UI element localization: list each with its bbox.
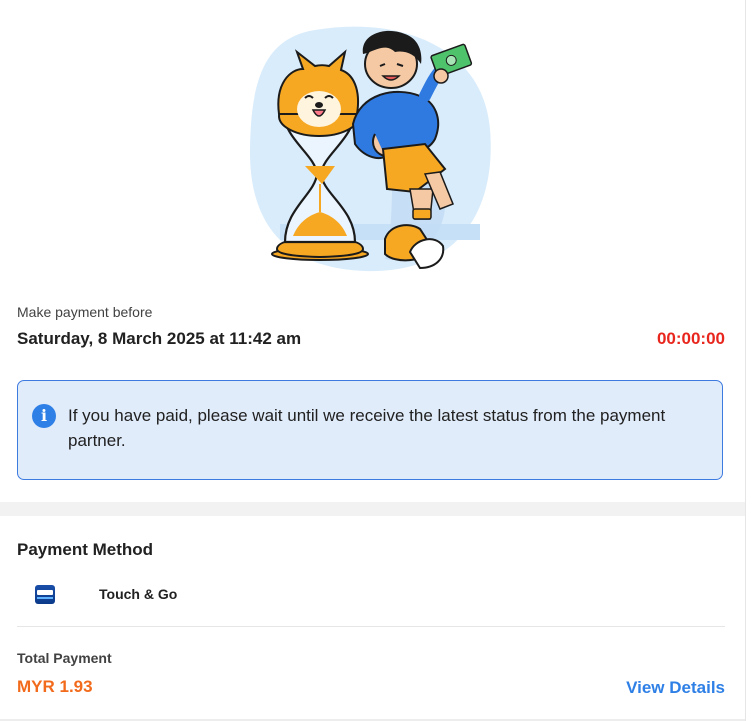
payment-pending-page: Make payment before Saturday, 8 March 20… (0, 0, 746, 721)
page-border (745, 0, 746, 721)
info-icon: i (32, 404, 56, 428)
total-payment-amount: MYR 1.93 (17, 677, 93, 696)
deadline-label: Make payment before (17, 304, 153, 320)
payment-method-title: Payment Method (17, 540, 154, 559)
deadline-date: Saturday, 8 March 2025 at 11:42 am (17, 329, 302, 348)
section-divider (0, 502, 746, 516)
payment-status-notice: i If you have paid, please wait until we… (17, 380, 723, 480)
touch-n-go-logo-icon (35, 585, 55, 604)
divider (17, 626, 725, 627)
view-details-link[interactable]: View Details (626, 678, 725, 698)
payment-method-row: Touch & Go (17, 578, 725, 612)
payment-method-name: Touch & Go (99, 586, 178, 602)
notice-message: If you have paid, please wait until we r… (68, 406, 666, 450)
countdown-timer: 00:00:00 (656, 329, 725, 348)
hourglass-waiting-illustration (249, 26, 491, 272)
total-payment-label: Total Payment (17, 650, 112, 666)
